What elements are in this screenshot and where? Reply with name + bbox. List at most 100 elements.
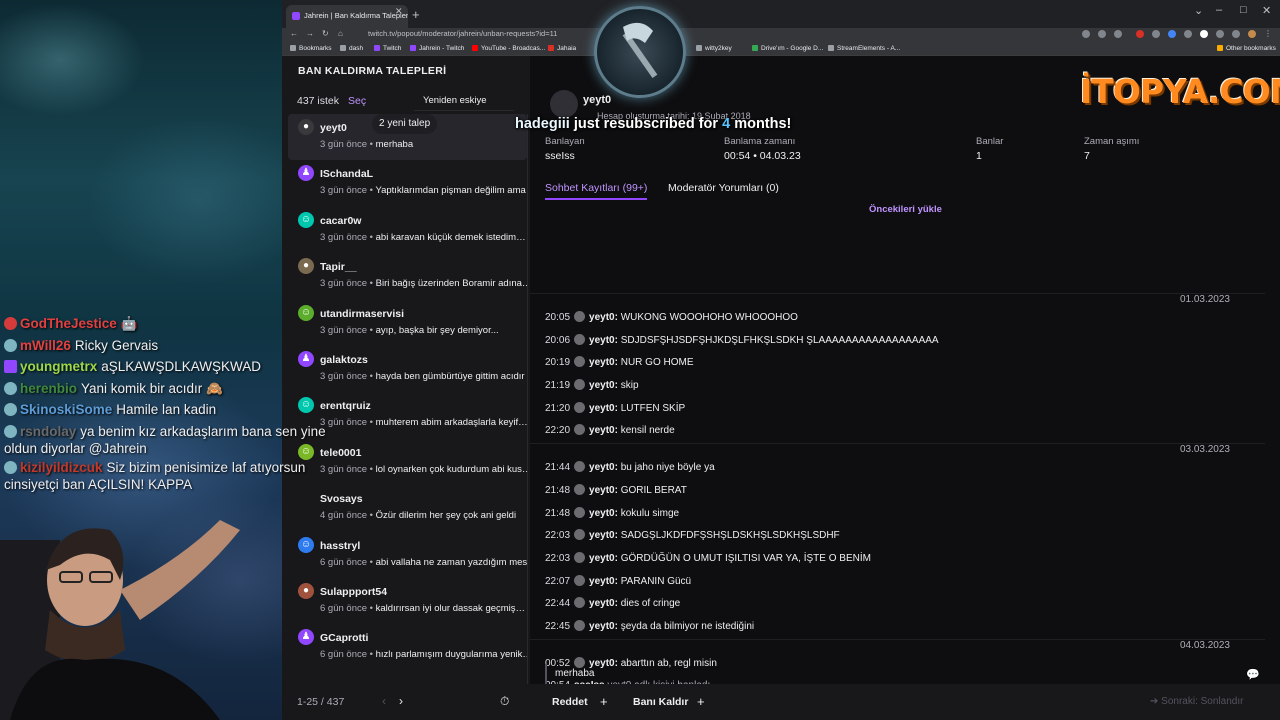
request-list-item[interactable]: ● Tapir__ 3 gün önce • Biri bağış üzerinde… bbox=[288, 253, 527, 299]
sidebar-icon[interactable] bbox=[1216, 30, 1224, 38]
log-time: 22:03 bbox=[545, 530, 571, 541]
log-user[interactable]: yeyt0: bbox=[589, 530, 618, 541]
browser-tab[interactable]: Jahrein | Ban Kaldırma Talepleri bbox=[286, 5, 408, 28]
menu-dots-icon[interactable]: ⋮ bbox=[1264, 29, 1272, 38]
window-icon[interactable] bbox=[1232, 30, 1240, 38]
avatar-glyph-icon: ● bbox=[302, 121, 310, 132]
log-text: SADGŞLJKDFDFŞSHŞLDSKHŞLSDKHŞLSDHF bbox=[620, 530, 840, 541]
tab-bar: Jahrein | Ban Kaldırma Talepleri ✕ + ⌄ –… bbox=[282, 0, 1280, 28]
bookmark-item[interactable]: Bookmarks bbox=[290, 45, 332, 52]
extension-icon[interactable] bbox=[1152, 30, 1160, 38]
request-list-item[interactable]: ☺ hasstryl 6 gün önce • abi vallaha ne zam… bbox=[288, 532, 527, 578]
log-text: GORIL BERAT bbox=[620, 485, 687, 496]
tab-title: Jahrein | Ban Kaldırma Talepleri bbox=[304, 11, 408, 20]
bookmark-item[interactable]: witty2key bbox=[696, 45, 732, 52]
chat-badge-icon bbox=[4, 424, 17, 438]
log-user[interactable]: yeyt0: bbox=[589, 508, 618, 519]
chevron-right-icon[interactable]: › bbox=[399, 694, 403, 708]
log-text: PARANIN Gücü bbox=[620, 576, 692, 587]
back-icon[interactable]: ← bbox=[290, 29, 298, 38]
request-message: merhaba bbox=[545, 664, 1265, 684]
stream-chat-overlay: GodTheJestice 🤖 mWill26 Ricky Gervais youngm… bbox=[4, 313, 334, 495]
chat-badge-icon bbox=[4, 460, 17, 474]
detail-username[interactable]: yeyt0 bbox=[583, 94, 611, 106]
bookmark-item[interactable]: Jahaia bbox=[548, 45, 576, 52]
log-user[interactable]: yeyt0: bbox=[589, 576, 618, 587]
bookmark-folder[interactable]: Other bookmarks bbox=[1217, 45, 1276, 52]
forward-icon[interactable]: → bbox=[306, 29, 314, 38]
date-separator: 04.03.2023 bbox=[530, 639, 1265, 651]
log-user[interactable]: yeyt0: bbox=[589, 485, 618, 496]
user-badge-icon bbox=[574, 529, 586, 540]
reload-icon[interactable]: ↻ bbox=[322, 29, 329, 38]
maximize-icon[interactable]: □ bbox=[1240, 4, 1247, 16]
bookmark-item[interactable]: dash bbox=[340, 45, 363, 52]
tab-chat-logs[interactable]: Sohbet Kayıtları (99+) bbox=[545, 182, 648, 200]
address-bar[interactable]: twitch.tv/popout/moderator/jahrein/unban… bbox=[362, 29, 1082, 41]
close-window-icon[interactable]: ✕ bbox=[1262, 4, 1271, 17]
unban-button[interactable]: Banı Kaldır bbox=[633, 696, 688, 708]
user-badge-icon bbox=[574, 311, 586, 322]
timer-icon[interactable]: ⏱ bbox=[500, 694, 509, 709]
log-user[interactable]: yeyt0: bbox=[589, 553, 618, 564]
sort-select[interactable]: Yeniden eskiye bbox=[414, 89, 514, 111]
log-user[interactable]: yeyt0: bbox=[589, 357, 618, 368]
close-tab-icon[interactable]: ✕ bbox=[395, 6, 403, 17]
chat-log-line: 20:19 yeyt0: NUR GO HOME bbox=[545, 356, 694, 368]
extension-icon[interactable] bbox=[1168, 30, 1176, 38]
new-tab-button[interactable]: + bbox=[412, 7, 420, 22]
extension-icon[interactable] bbox=[1184, 30, 1192, 38]
new-requests-pill[interactable]: 2 yeni talep bbox=[372, 114, 438, 134]
zoom-icon[interactable] bbox=[1082, 30, 1090, 38]
log-user[interactable]: yeyt0: bbox=[589, 598, 618, 609]
plus-icon[interactable]: + bbox=[697, 694, 705, 709]
home-icon[interactable]: ⌂ bbox=[338, 29, 343, 38]
request-list-item[interactable]: ♟ ISchandaL 3 gün önce • Yaptıklarımdan pi… bbox=[288, 160, 527, 206]
request-list-item[interactable]: ● Sulappport54 6 gün önce • kaldırırsan iy… bbox=[288, 578, 527, 624]
log-text: WUKONG WOOOHOHO WHOOOHOO bbox=[620, 312, 798, 323]
bookmark-item[interactable]: Jahrein - Twitch bbox=[410, 45, 464, 52]
log-user[interactable]: yeyt0: bbox=[589, 403, 618, 414]
chat-log-line: 21:44 yeyt0: bu jaho niye böyle ya bbox=[545, 461, 715, 473]
next-resolve-button[interactable]: ➔ Sonraki: Sonlandır bbox=[1150, 696, 1243, 707]
chat-badge-icon bbox=[4, 381, 17, 395]
log-user[interactable]: yeyt0: bbox=[589, 335, 618, 346]
load-older-button[interactable]: Öncekileri yükle bbox=[869, 204, 942, 215]
chat-username: rsndolay bbox=[20, 423, 77, 439]
bookmark-item[interactable]: Twitch bbox=[374, 45, 401, 52]
log-user[interactable]: yeyt0: bbox=[589, 462, 618, 473]
request-list-item[interactable]: ☺ cacar0w 3 gün önce • abi karavan küçük d… bbox=[288, 207, 527, 253]
profile-avatar[interactable] bbox=[1248, 30, 1256, 38]
bookmark-item[interactable]: StreamElements - A... bbox=[828, 45, 900, 52]
log-time: 22:45 bbox=[545, 621, 571, 632]
arrow-right-icon: ➔ bbox=[1150, 696, 1162, 707]
plus-icon[interactable]: + bbox=[600, 694, 608, 709]
stat-label: Banlayan bbox=[545, 136, 585, 147]
chevron-down-icon[interactable]: ⌄ bbox=[1194, 4, 1203, 17]
chat-badge-icon bbox=[4, 403, 17, 416]
log-time: 20:06 bbox=[545, 335, 571, 346]
avatar-glyph-icon: ☺ bbox=[300, 538, 312, 550]
bookmark-item[interactable]: Drive'ım - Google D... bbox=[752, 45, 823, 52]
chat-log-line: 22:07 yeyt0: PARANIN Gücü bbox=[545, 575, 691, 587]
log-user[interactable]: yeyt0: bbox=[589, 312, 618, 323]
log-user[interactable]: yeyt0: bbox=[589, 621, 618, 632]
select-button[interactable]: Seç bbox=[348, 95, 366, 107]
log-user[interactable]: yeyt0: bbox=[589, 380, 618, 391]
tab-moderator-comments[interactable]: Moderatör Yorumları (0) bbox=[668, 182, 779, 198]
avatar: ♟ bbox=[298, 165, 314, 182]
deny-button[interactable]: Reddet bbox=[552, 696, 588, 708]
request-list-item[interactable]: ♟ GCaprotti 6 gün önce • hızlı parlamışım … bbox=[288, 624, 527, 670]
bookmark-star-icon[interactable] bbox=[1114, 30, 1122, 38]
extension-icon[interactable] bbox=[1136, 30, 1144, 38]
user-badge-icon bbox=[574, 484, 586, 495]
minimize-icon[interactable]: – bbox=[1216, 4, 1222, 16]
bookmark-item[interactable]: YouTube - Broadcas... bbox=[472, 45, 545, 52]
user-badge-icon bbox=[574, 620, 586, 631]
puzzle-icon[interactable] bbox=[1200, 30, 1208, 38]
share-icon[interactable] bbox=[1098, 30, 1106, 38]
chevron-left-icon[interactable]: ‹ bbox=[382, 694, 386, 708]
avatar-glyph-icon: ● bbox=[302, 260, 310, 272]
log-user[interactable]: yeyt0: bbox=[589, 425, 618, 436]
comment-icon[interactable]: 💬 bbox=[1246, 668, 1260, 681]
